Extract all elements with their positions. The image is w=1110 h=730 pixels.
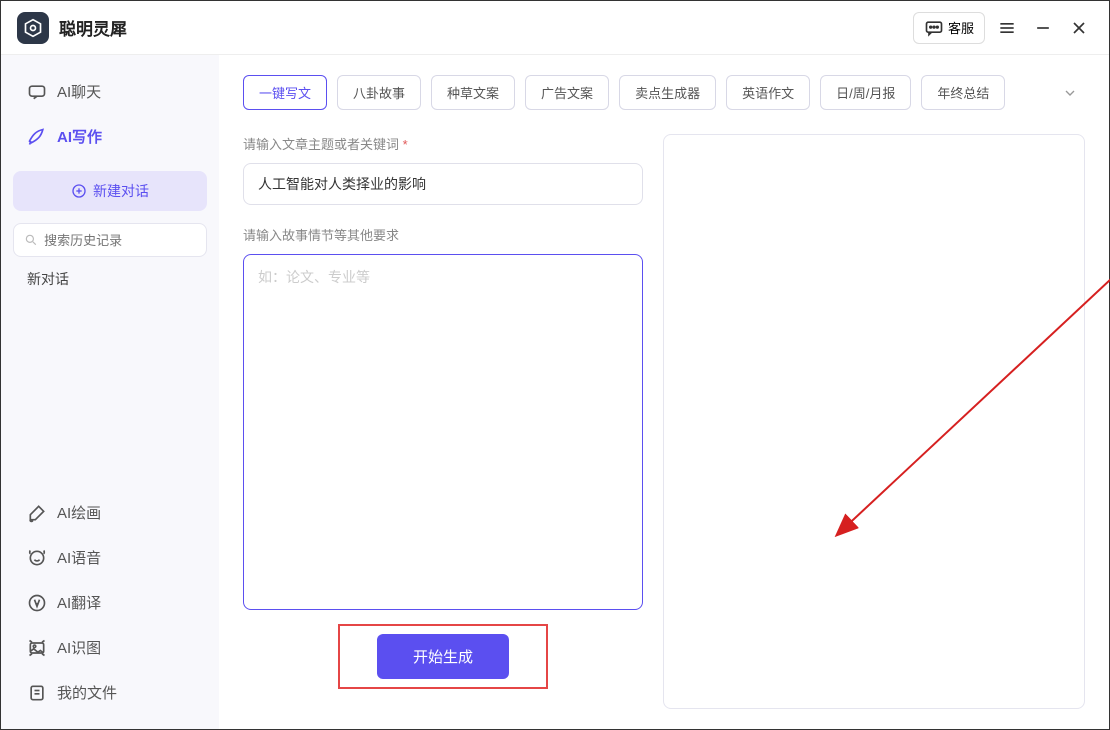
- tab-maidian[interactable]: 卖点生成器: [619, 75, 716, 110]
- history-item-label: 新对话: [27, 271, 69, 287]
- minimize-button[interactable]: [1029, 14, 1057, 42]
- sidebar-item-image[interactable]: AI识图: [13, 625, 207, 670]
- generate-button[interactable]: 开始生成: [377, 634, 509, 679]
- new-conversation-button[interactable]: 新建对话: [13, 171, 207, 211]
- sidebar: AI聊天 AI写作 新建对话 新对话 AI绘画: [1, 55, 219, 729]
- image-icon: [27, 638, 47, 658]
- voice-icon: [27, 548, 47, 568]
- pen-icon: [27, 127, 47, 147]
- search-icon: [24, 232, 38, 248]
- paint-icon: [27, 503, 47, 523]
- sidebar-item-paint[interactable]: AI绘画: [13, 490, 207, 535]
- chat-icon: [27, 82, 47, 102]
- sidebar-item-write[interactable]: AI写作: [13, 114, 207, 159]
- app-title: 聪明灵犀: [59, 15, 127, 40]
- file-icon: [27, 683, 47, 703]
- titlebar: 聪明灵犀 客服: [1, 1, 1109, 55]
- sidebar-item-label: AI翻译: [57, 592, 101, 613]
- topic-label: 请输入文章主题或者关键词 *: [243, 134, 643, 153]
- plus-circle-icon: [71, 183, 87, 199]
- sidebar-item-label: AI识图: [57, 637, 101, 658]
- menu-icon: [997, 18, 1017, 38]
- content-area: 一键写文 八卦故事 种草文案 广告文案 卖点生成器 英语作文 日/周/月报 年终…: [219, 55, 1109, 729]
- details-textarea[interactable]: [243, 254, 643, 610]
- sidebar-item-label: AI写作: [57, 126, 102, 147]
- required-mark: *: [403, 137, 408, 152]
- chevron-down-icon: [1062, 85, 1078, 101]
- support-label: 客服: [948, 18, 974, 37]
- sidebar-item-chat[interactable]: AI聊天: [13, 69, 207, 114]
- tab-nianzhong[interactable]: 年终总结: [921, 75, 1005, 110]
- tab-guanggao[interactable]: 广告文案: [525, 75, 609, 110]
- support-button[interactable]: 客服: [913, 12, 985, 44]
- close-icon: [1069, 18, 1089, 38]
- sidebar-item-label: 我的文件: [57, 682, 117, 703]
- minimize-icon: [1033, 18, 1053, 38]
- search-box[interactable]: [13, 223, 207, 257]
- sidebar-item-label: AI聊天: [57, 81, 101, 102]
- tab-ribao[interactable]: 日/周/月报: [820, 75, 911, 110]
- tab-zhongcao[interactable]: 种草文案: [431, 75, 515, 110]
- tab-yingyu[interactable]: 英语作文: [726, 75, 810, 110]
- tabs-expand-button[interactable]: [1055, 85, 1085, 101]
- history-item[interactable]: 新对话: [13, 257, 207, 301]
- chat-bubble-icon: [924, 18, 944, 38]
- translate-icon: [27, 593, 47, 613]
- close-button[interactable]: [1065, 14, 1093, 42]
- tab-yijian[interactable]: 一键写文: [243, 75, 327, 110]
- sidebar-item-files[interactable]: 我的文件: [13, 670, 207, 715]
- main-layout: AI聊天 AI写作 新建对话 新对话 AI绘画: [1, 55, 1109, 729]
- generate-highlight-box: 开始生成: [338, 624, 548, 689]
- tab-bagua[interactable]: 八卦故事: [337, 75, 421, 110]
- sidebar-item-translate[interactable]: AI翻译: [13, 580, 207, 625]
- sidebar-item-voice[interactable]: AI语音: [13, 535, 207, 580]
- search-input[interactable]: [44, 233, 196, 248]
- output-panel: [663, 134, 1085, 709]
- content-body: 请输入文章主题或者关键词 * 请输入故事情节等其他要求 开始生成: [243, 134, 1085, 709]
- tabs-row: 一键写文 八卦故事 种草文案 广告文案 卖点生成器 英语作文 日/周/月报 年终…: [243, 75, 1085, 110]
- sidebar-item-label: AI绘画: [57, 502, 101, 523]
- topic-input[interactable]: [243, 163, 643, 205]
- details-label: 请输入故事情节等其他要求: [243, 225, 643, 244]
- sidebar-item-label: AI语音: [57, 547, 101, 568]
- form-column: 请输入文章主题或者关键词 * 请输入故事情节等其他要求 开始生成: [243, 134, 643, 709]
- menu-button[interactable]: [993, 14, 1021, 42]
- app-logo-icon: [17, 12, 49, 44]
- new-button-label: 新建对话: [93, 181, 149, 201]
